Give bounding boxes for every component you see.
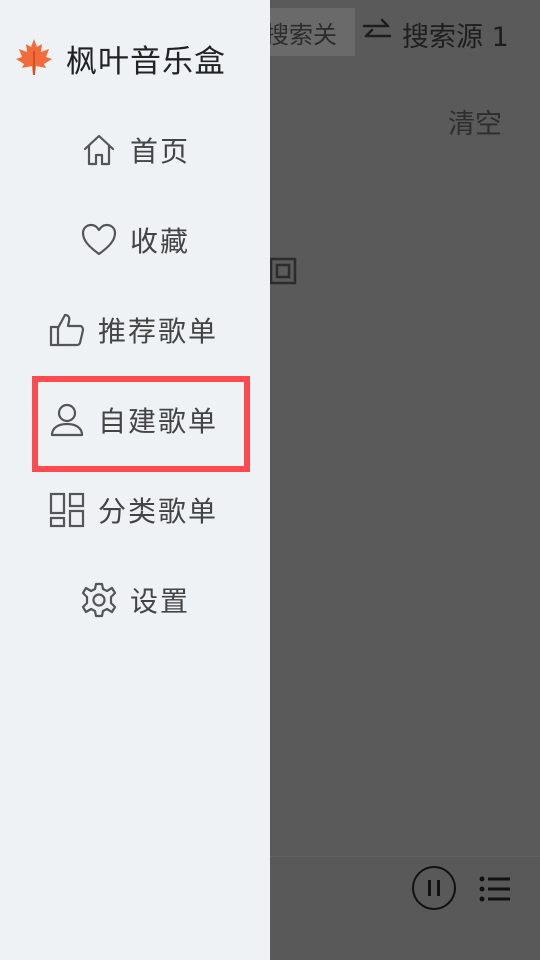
app-title: 枫叶音乐盒: [66, 44, 226, 80]
player-bar: [270, 856, 540, 960]
gear-icon: [80, 581, 118, 619]
maple-leaf-icon: [14, 37, 54, 81]
partial-square-icon: [268, 256, 298, 286]
grid-icon: [48, 491, 86, 529]
menu-item-label: 设置: [130, 585, 191, 618]
search-source-label: 搜索源 1: [402, 21, 509, 53]
pause-button[interactable]: [412, 866, 456, 910]
search-input[interactable]: 搜索关: [255, 8, 355, 56]
app-root: 搜索关 搜索源 1 清空 枫叶音乐盒 首页 收藏 推荐歌单 自建歌单 分类歌单 …: [0, 0, 540, 960]
navigation-drawer: 枫叶音乐盒 首页 收藏 推荐歌单 自建歌单 分类歌单 设置: [0, 0, 270, 960]
drawer-header: 枫叶音乐盒: [14, 36, 226, 81]
search-source-switch[interactable]: 搜索源 1: [362, 14, 509, 54]
menu-item-category-playlists[interactable]: 分类歌单: [48, 490, 218, 530]
menu-item-label: 首页: [130, 135, 191, 168]
highlight-box: [32, 376, 250, 472]
clear-button[interactable]: 清空: [448, 102, 502, 141]
home-icon: [80, 131, 118, 169]
swap-arrows-icon: [362, 18, 392, 51]
heart-icon: [80, 221, 118, 259]
menu-item-label: 推荐歌单: [98, 315, 219, 348]
menu-item-label: 收藏: [130, 225, 191, 258]
menu-item-settings[interactable]: 设置: [80, 580, 190, 620]
menu-item-home[interactable]: 首页: [80, 130, 190, 170]
menu-item-recommended-playlists[interactable]: 推荐歌单: [48, 310, 218, 350]
menu-item-favorites[interactable]: 收藏: [80, 220, 190, 260]
playlist-icon[interactable]: [478, 874, 512, 904]
thumbs-up-icon: [48, 311, 86, 349]
menu-item-label: 分类歌单: [98, 495, 219, 528]
